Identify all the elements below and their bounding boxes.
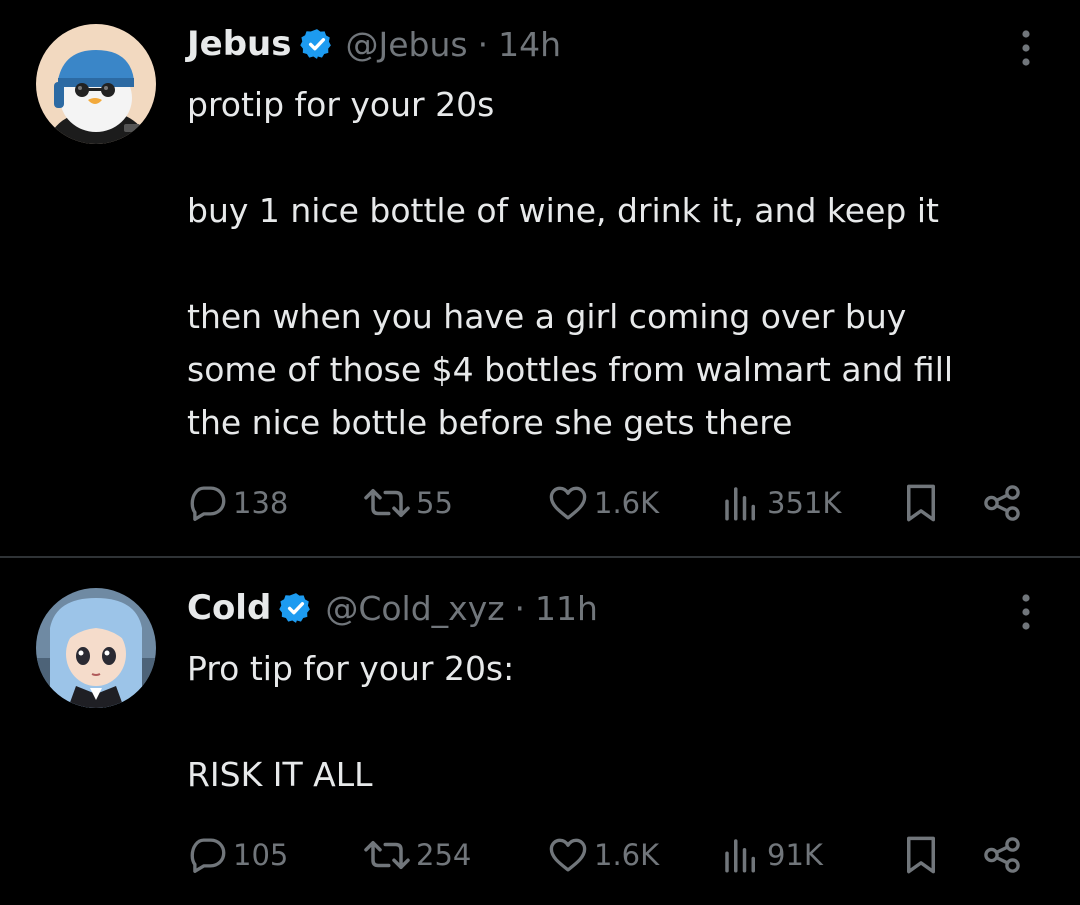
timestamp[interactable]: 11h bbox=[535, 589, 598, 628]
timestamp[interactable]: 14h bbox=[498, 25, 561, 64]
repost-count: 55 bbox=[416, 486, 453, 520]
views-chart-icon bbox=[725, 839, 755, 873]
heart-icon bbox=[549, 838, 587, 872]
tweet-text: protip for your 20s buy 1 nice bottle of… bbox=[187, 78, 1047, 449]
bookmark-button[interactable] bbox=[903, 830, 939, 880]
repost-button[interactable]: 55 bbox=[362, 478, 453, 528]
tweet-text-line: buy 1 nice bottle of wine, drink it, and… bbox=[187, 191, 939, 230]
like-count: 1.6K bbox=[594, 486, 660, 520]
share-icon bbox=[984, 485, 1020, 521]
anime-girl-avatar-icon bbox=[36, 588, 156, 708]
like-button[interactable]: 1.6K bbox=[546, 830, 659, 880]
views-button[interactable]: 351K bbox=[719, 478, 841, 528]
reply-button[interactable]: 105 bbox=[187, 830, 288, 880]
like-button[interactable]: 1.6K bbox=[546, 478, 659, 528]
more-vertical-icon[interactable] bbox=[1016, 592, 1036, 632]
avatar[interactable] bbox=[36, 588, 156, 708]
reply-count: 138 bbox=[233, 486, 289, 520]
tweet-header: Jebus @Jebus · 14h bbox=[187, 22, 561, 66]
tweet-text-line: then when you have a girl coming over bu… bbox=[187, 297, 907, 336]
repost-icon bbox=[364, 841, 410, 869]
views-button[interactable]: 91K bbox=[719, 830, 823, 880]
reply-count: 105 bbox=[233, 838, 289, 872]
tweet-text-line: Pro tip for your 20s: bbox=[187, 649, 515, 688]
tweet-text: Pro tip for your 20s: RISK IT ALL bbox=[187, 642, 1047, 801]
more-vertical-icon[interactable] bbox=[1016, 28, 1036, 68]
tweet-text-line: protip for your 20s bbox=[187, 85, 495, 124]
tweet-text-line: RISK IT ALL bbox=[187, 755, 373, 794]
reply-icon bbox=[190, 838, 226, 873]
separator-dot: · bbox=[514, 588, 526, 628]
bookmark-icon bbox=[907, 484, 935, 522]
separator-dot: · bbox=[477, 24, 489, 64]
repost-count: 254 bbox=[416, 838, 472, 872]
like-count: 1.6K bbox=[594, 838, 660, 872]
tweet-header: Cold @Cold_xyz · 11h bbox=[187, 586, 598, 630]
reply-icon bbox=[190, 486, 226, 521]
verified-badge-icon bbox=[299, 29, 331, 59]
author-handle[interactable]: @Jebus bbox=[346, 25, 468, 64]
author-name[interactable]: Jebus bbox=[187, 24, 292, 64]
repost-icon bbox=[364, 489, 410, 517]
author-name[interactable]: Cold bbox=[187, 588, 271, 628]
bookmark-icon bbox=[907, 836, 935, 874]
author-handle[interactable]: @Cold_xyz bbox=[325, 589, 504, 628]
tweet-actions: 138 55 1.6K 351K bbox=[187, 478, 1027, 528]
reply-button[interactable]: 138 bbox=[187, 478, 288, 528]
bookmark-button[interactable] bbox=[903, 478, 939, 528]
heart-icon bbox=[549, 486, 587, 520]
tweet-actions: 105 254 1.6K 91K bbox=[187, 830, 1027, 880]
views-chart-icon bbox=[725, 487, 755, 521]
repost-button[interactable]: 254 bbox=[362, 830, 471, 880]
tweet[interactable]: Cold @Cold_xyz · 11h Pro tip for your 20… bbox=[0, 558, 1080, 905]
avatar[interactable] bbox=[36, 24, 156, 144]
verified-badge-icon bbox=[279, 593, 311, 623]
penguin-avatar-icon bbox=[36, 24, 156, 144]
share-icon bbox=[984, 837, 1020, 873]
views-count: 351K bbox=[767, 486, 842, 520]
views-count: 91K bbox=[767, 838, 823, 872]
share-button[interactable] bbox=[980, 478, 1024, 528]
tweet-text-line: some of those $4 bottles from walmart an… bbox=[187, 350, 954, 389]
share-button[interactable] bbox=[980, 830, 1024, 880]
tweet[interactable]: Jebus @Jebus · 14h protip for your 20s b… bbox=[0, 0, 1080, 556]
tweet-text-line: the nice bottle before she gets there bbox=[187, 403, 793, 442]
